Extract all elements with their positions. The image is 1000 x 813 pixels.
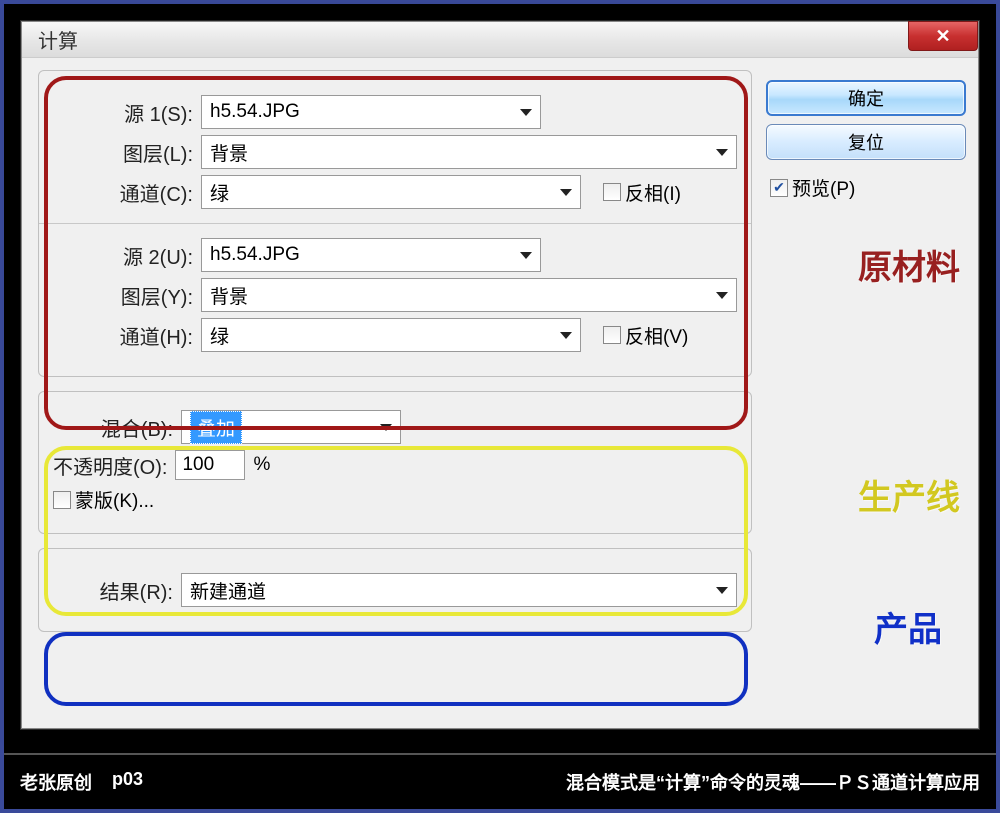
- source2-layer-row: 图层(Y): 背景: [53, 278, 737, 312]
- source2-file-dropdown[interactable]: h5.54.JPG: [201, 238, 541, 272]
- source1-channel-row: 通道(C): 绿 反相(I): [53, 175, 737, 209]
- source2-invert-label: 反相(V): [625, 322, 688, 349]
- footer-bar: 老张原创 p03 混合模式是“计算”命令的灵魂——ＰＳ通道计算应用: [4, 753, 996, 809]
- source1-channel-label: 通道(C):: [53, 178, 193, 207]
- opacity-unit: %: [253, 454, 270, 476]
- mask-toggle[interactable]: 蒙版(K)...: [53, 486, 154, 513]
- result-row: 结果(R): 新建通道: [53, 573, 737, 607]
- source1-channel-dropdown[interactable]: 绿: [201, 175, 581, 209]
- close-icon: ✕: [935, 26, 950, 47]
- preview-label: 预览(P): [792, 174, 855, 201]
- blending-mode-value: 叠加: [190, 411, 242, 444]
- source-divider: [39, 223, 751, 224]
- source1-invert[interactable]: 反相(I): [603, 179, 681, 206]
- source2-channel-value: 绿: [210, 322, 229, 349]
- opacity-row: 不透明度(O): 100 %: [53, 450, 737, 480]
- result-group: 结果(R): 新建通道: [38, 548, 752, 632]
- chevron-down-icon: [520, 109, 532, 116]
- result-dropdown[interactable]: 新建通道: [181, 573, 737, 607]
- source1-file-value: h5.54.JPG: [210, 101, 300, 123]
- chevron-down-icon: [380, 424, 392, 431]
- source2-label: 源 2(U):: [53, 241, 193, 270]
- chevron-down-icon: [716, 587, 728, 594]
- source1-invert-checkbox[interactable]: [603, 183, 621, 201]
- mask-row: 蒙版(K)...: [53, 486, 737, 513]
- source1-layer-value: 背景: [210, 139, 248, 166]
- ok-button-label: 确定: [848, 85, 884, 111]
- reset-button-label: 复位: [848, 129, 884, 155]
- source1-label: 源 1(S):: [53, 98, 193, 127]
- source2-invert[interactable]: 反相(V): [603, 322, 688, 349]
- source1-invert-label: 反相(I): [625, 179, 681, 206]
- source1-layer-row: 图层(L): 背景: [53, 135, 737, 169]
- opacity-input[interactable]: 100: [175, 450, 245, 480]
- preview-checkbox[interactable]: ✔: [770, 179, 788, 197]
- annotation-yellow: 生产线: [858, 470, 960, 519]
- blending-label: 混合(B):: [53, 413, 173, 442]
- blending-group: 混合(B): 叠加 不透明度(O): 100 %: [38, 391, 752, 534]
- chevron-down-icon: [716, 292, 728, 299]
- result-value: 新建通道: [190, 577, 266, 604]
- blending-mode-dropdown[interactable]: 叠加: [181, 410, 401, 444]
- preview-toggle[interactable]: ✔ 预览(P): [770, 174, 966, 201]
- mask-label: 蒙版(K)...: [75, 486, 154, 513]
- source2-row: 源 2(U): h5.54.JPG: [53, 238, 737, 272]
- chevron-down-icon: [520, 252, 532, 259]
- source1-layer-label: 图层(L):: [53, 138, 193, 167]
- annotation-red: 原材料: [858, 240, 960, 289]
- slide-frame: 计算 ✕ 源 1(S): h5.54.JPG: [0, 0, 1000, 813]
- source2-channel-label: 通道(H):: [53, 321, 193, 350]
- chevron-down-icon: [560, 332, 572, 339]
- annotation-blue: 产品: [874, 602, 942, 651]
- opacity-value: 100: [182, 454, 214, 476]
- dialog-title: 计算: [38, 25, 78, 54]
- dialog-backdrop: 计算 ✕ 源 1(S): h5.54.JPG: [20, 20, 980, 730]
- footer-left: 老张原创 p03: [20, 769, 143, 795]
- source2-layer-dropdown[interactable]: 背景: [201, 278, 737, 312]
- source1-row: 源 1(S): h5.54.JPG: [53, 95, 737, 129]
- reset-button[interactable]: 复位: [766, 124, 966, 160]
- result-label: 结果(R):: [53, 576, 173, 605]
- footer-page: p03: [112, 769, 143, 795]
- ok-button[interactable]: 确定: [766, 80, 966, 116]
- close-button[interactable]: ✕: [908, 21, 978, 51]
- source1-channel-value: 绿: [210, 179, 229, 206]
- blending-mode-row: 混合(B): 叠加: [53, 410, 737, 444]
- right-column: 确定 复位 ✔ 预览(P) 原材料 生产线 产品: [766, 70, 966, 716]
- chevron-down-icon: [560, 189, 572, 196]
- source1-layer-dropdown[interactable]: 背景: [201, 135, 737, 169]
- source2-file-value: h5.54.JPG: [210, 244, 300, 266]
- opacity-label: 不透明度(O):: [53, 451, 167, 480]
- footer-author: 老张原创: [20, 769, 92, 795]
- mask-checkbox[interactable]: [53, 491, 71, 509]
- source2-invert-checkbox[interactable]: [603, 326, 621, 344]
- chevron-down-icon: [716, 149, 728, 156]
- source1-file-dropdown[interactable]: h5.54.JPG: [201, 95, 541, 129]
- annotation-box-blue: [44, 632, 748, 706]
- source2-layer-label: 图层(Y):: [53, 281, 193, 310]
- source2-channel-dropdown[interactable]: 绿: [201, 318, 581, 352]
- titlebar: 计算 ✕: [22, 22, 978, 58]
- left-column: 源 1(S): h5.54.JPG 图层(L): 背景: [38, 70, 752, 716]
- footer-title: 混合模式是“计算”命令的灵魂——ＰＳ通道计算应用: [566, 769, 980, 795]
- sources-group: 源 1(S): h5.54.JPG 图层(L): 背景: [38, 70, 752, 377]
- calculations-dialog: 计算 ✕ 源 1(S): h5.54.JPG: [21, 21, 979, 729]
- source2-channel-row: 通道(H): 绿 反相(V): [53, 318, 737, 352]
- dialog-body: 源 1(S): h5.54.JPG 图层(L): 背景: [22, 58, 978, 728]
- source2-layer-value: 背景: [210, 282, 248, 309]
